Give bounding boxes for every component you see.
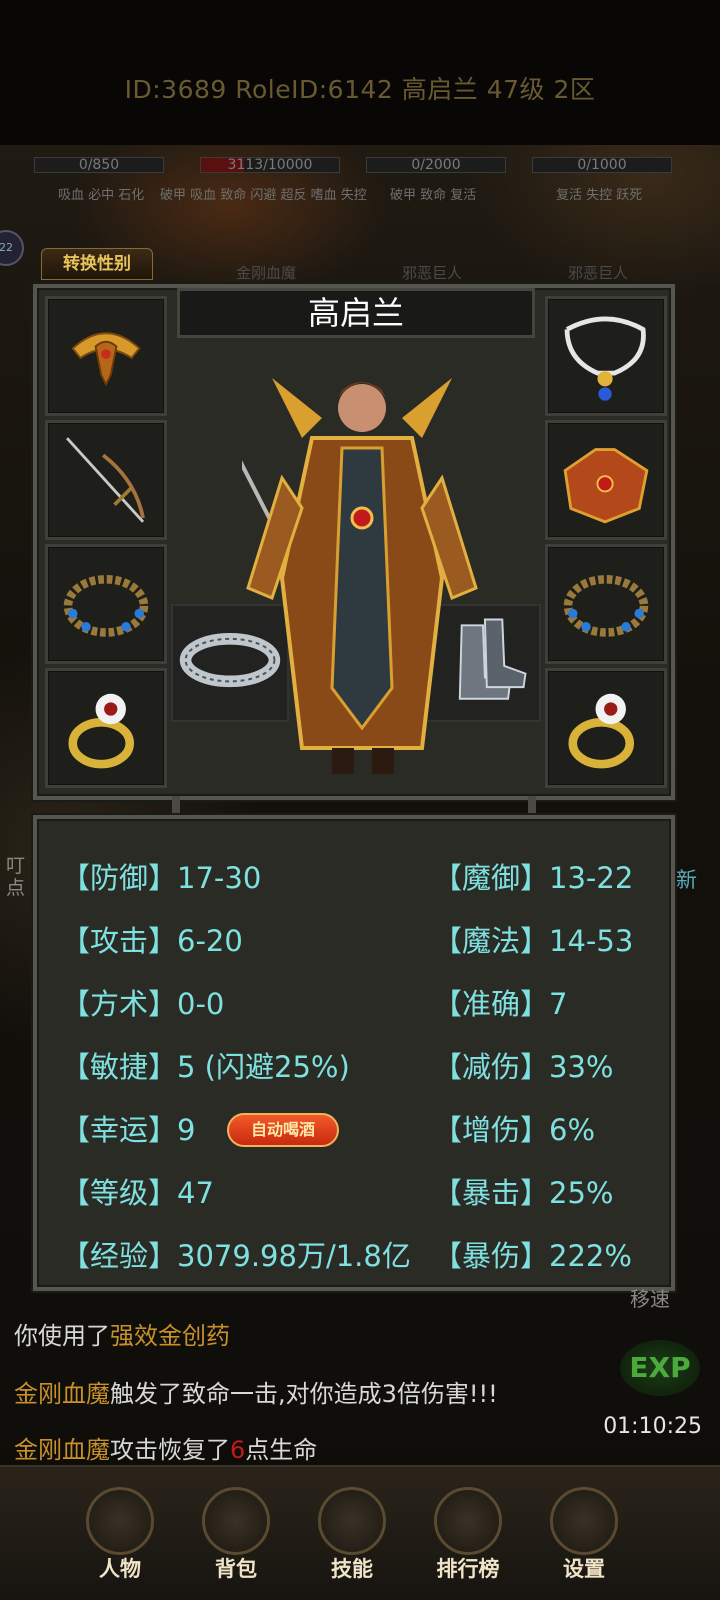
bracelet-icon <box>63 575 149 637</box>
monster-name: 邪恶巨人 <box>402 264 463 282</box>
necklace-icon <box>564 316 646 401</box>
stat-taoism: 【方术】0-0 <box>61 987 225 1021</box>
skills-icon <box>318 1487 386 1555</box>
bag-icon <box>202 1487 270 1555</box>
side-notice: 叮点 <box>6 855 26 899</box>
bottom-navigation: 人物 背包 技能 排行榜 设置 <box>0 1465 720 1600</box>
boss-hp-bar: 0/1000 <box>532 157 672 173</box>
stat-accuracy: 【准确】7 <box>433 987 568 1021</box>
game-clock: 01:10:25 <box>603 1414 702 1439</box>
bracelet-slot-right[interactable] <box>545 544 667 664</box>
stat-defense: 【防御】17-30 <box>61 861 262 895</box>
chat-line: 金刚血魔触发了致命一击,对你造成3倍伤害!!! <box>14 1380 498 1408</box>
nav-bag-button[interactable]: 背包 <box>196 1487 276 1587</box>
stat-magic: 【魔法】14-53 <box>433 924 634 958</box>
sword-icon <box>65 437 145 523</box>
helmet-icon <box>71 332 141 387</box>
side-new-label: 新 <box>676 868 697 892</box>
bracelet-icon <box>563 575 649 637</box>
weapon-slot[interactable] <box>45 420 167 540</box>
bracelet-slot-left[interactable] <box>45 544 167 664</box>
auto-drink-button[interactable]: 自动喝酒 <box>227 1113 339 1147</box>
switch-gender-button[interactable]: 转换性别 <box>41 248 153 280</box>
boss-ability-label: 复活 失控 跃死 <box>556 188 643 203</box>
nav-character-button[interactable]: 人物 <box>80 1487 160 1587</box>
nav-skills-button[interactable]: 技能 <box>312 1487 392 1587</box>
nav-ranking-button[interactable]: 排行榜 <box>428 1487 508 1587</box>
helmet-slot[interactable] <box>45 296 167 416</box>
boss-hp-bar: 3113/10000 <box>200 157 340 173</box>
equipment-panel: 高启兰 <box>33 284 675 800</box>
stat-damage-bonus: 【增伤】6% <box>433 1113 596 1147</box>
player-id-line: ID:3689 RoleID:6142 高启兰 47级 2区 <box>124 75 596 104</box>
chat-line: 你使用了强效金创药 <box>14 1322 230 1350</box>
exp-boost-icon[interactable]: EXP <box>620 1340 700 1396</box>
stat-magic-defense: 【魔御】13-22 <box>433 861 634 895</box>
stat-luck: 【幸运】9 <box>61 1113 196 1147</box>
boss-ability-label: 破甲 吸血 致命 闪避 超反 嗜血 失控 <box>160 188 367 203</box>
necklace-slot[interactable] <box>545 296 667 416</box>
ring-icon <box>568 693 635 769</box>
stat-agility: 【敏捷】5 (闪避25%) <box>61 1050 350 1084</box>
gear-icon <box>550 1487 618 1555</box>
ring-slot-right[interactable] <box>545 668 667 788</box>
stat-damage-reduction: 【减伤】33% <box>433 1050 614 1084</box>
top-info-bar: ID:3689 RoleID:6142 高启兰 47级 2区 <box>0 0 720 145</box>
armor-slot[interactable] <box>545 420 667 540</box>
character-icon <box>86 1487 154 1555</box>
move-speed-label: 移速 <box>630 1287 670 1311</box>
boss-ability-label: 吸血 必中 石化 <box>58 188 145 203</box>
character-model <box>242 378 478 774</box>
monster-name: 金刚血魔 <box>236 264 297 282</box>
ring-icon <box>68 693 135 769</box>
stats-panel: 【防御】17-30 【魔御】13-22 【攻击】6-20 【魔法】14-53 【… <box>33 815 675 1291</box>
nav-settings-button[interactable]: 设置 <box>544 1487 624 1587</box>
stat-crit-damage: 【暴伤】222% <box>433 1239 632 1273</box>
chat-line: 金刚血魔攻击恢复了6点生命 <box>14 1436 318 1464</box>
ring-slot-left[interactable] <box>45 668 167 788</box>
stat-exp: 【经验】3079.98万/1.8亿 <box>61 1239 411 1273</box>
stat-attack: 【攻击】6-20 <box>61 924 243 958</box>
boss-hp-bar: 0/2000 <box>366 157 506 173</box>
boss-ability-label: 破甲 致命 复活 <box>390 188 477 203</box>
character-name: 高启兰 <box>177 288 535 338</box>
stat-level: 【等级】47 <box>61 1176 214 1210</box>
stat-crit: 【暴击】25% <box>433 1176 614 1210</box>
boss-hp-bar: 0/850 <box>34 157 164 173</box>
armor-icon <box>563 448 649 524</box>
monster-name: 邪恶巨人 <box>568 264 629 282</box>
ranking-icon <box>434 1487 502 1555</box>
